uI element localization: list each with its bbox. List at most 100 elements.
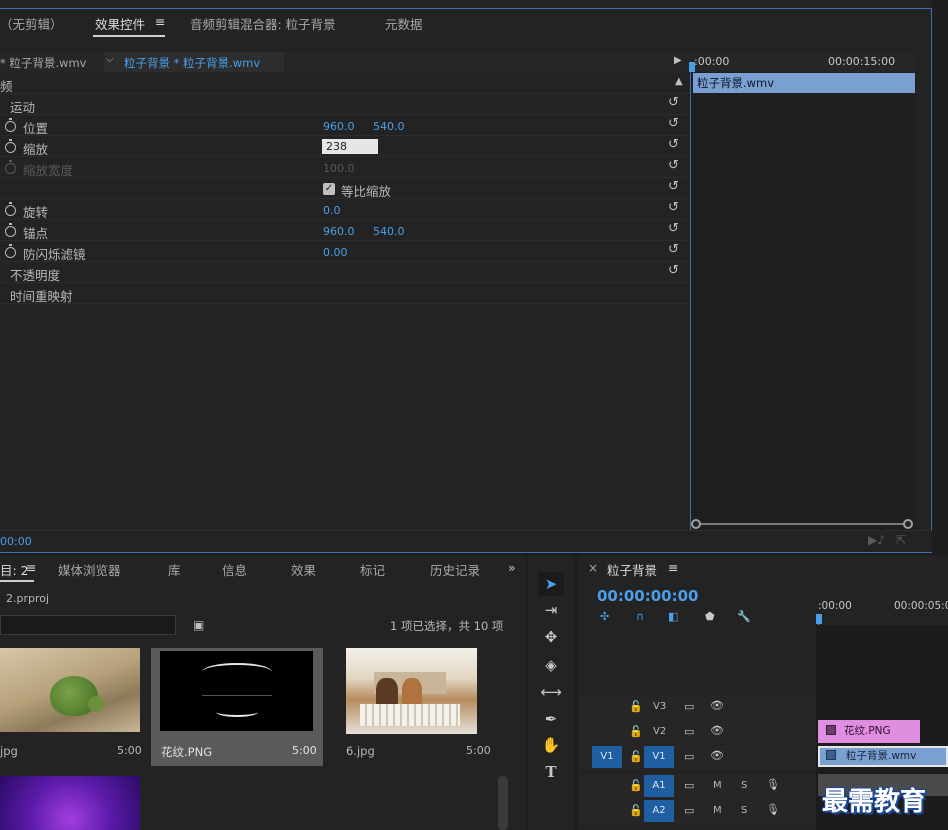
stopwatch-icon[interactable] xyxy=(5,118,16,132)
ec-zoom-scrollbar[interactable] xyxy=(697,523,909,525)
ec-clip-bar[interactable]: 粒子背景.wmv xyxy=(693,73,915,93)
stopwatch-icon[interactable] xyxy=(5,202,16,216)
lock-icon[interactable]: 🔓 xyxy=(629,804,643,817)
mute-button[interactable]: M xyxy=(713,805,722,816)
zoom-right-handle[interactable] xyxy=(903,519,913,529)
uniform-scale-checkbox[interactable]: ✓ xyxy=(323,183,335,195)
anchor-y-value[interactable]: 540.0 xyxy=(373,225,405,238)
microphone-icon[interactable]: 🎙 xyxy=(766,778,780,791)
tab-project[interactable]: 目: 2 xyxy=(0,560,29,579)
eye-icon[interactable]: 👁 xyxy=(710,699,724,712)
project-menu-icon[interactable]: ≡ xyxy=(26,560,36,575)
overflow-icon[interactable]: » xyxy=(508,560,516,575)
selection-tool-icon[interactable]: ➤ xyxy=(540,574,562,594)
thumbnail-particles[interactable] xyxy=(0,776,140,830)
timeline-title[interactable]: 粒子背景 xyxy=(607,560,657,579)
tab-effects[interactable]: 效果 xyxy=(291,560,316,579)
mute-button[interactable]: M xyxy=(713,780,722,791)
stopwatch-icon[interactable] xyxy=(5,244,16,258)
wrench-icon[interactable]: 🔧 xyxy=(737,610,751,623)
tab-history[interactable]: 历史记录 xyxy=(430,560,480,579)
hand-tool-icon[interactable]: ✋ xyxy=(540,735,562,755)
scale-input[interactable]: 238 xyxy=(322,139,378,154)
tab-no-clip[interactable]: （无剪辑） xyxy=(0,14,63,33)
clip-particle-bg[interactable]: 粒子背景.wmv xyxy=(818,746,948,767)
slip-tool-icon[interactable]: ⟷ xyxy=(540,682,562,702)
linked-selection-icon[interactable]: ◧ xyxy=(668,610,678,623)
reset-icon[interactable]: ↺ xyxy=(668,158,679,173)
anti-flicker-value[interactable]: 0.00 xyxy=(323,246,348,259)
type-tool-icon[interactable]: T xyxy=(540,762,562,782)
lock-icon[interactable]: 🔓 xyxy=(629,725,643,738)
track-select-tool-icon[interactable]: ⇥ xyxy=(540,600,562,620)
reset-icon[interactable]: ↺ xyxy=(668,263,679,278)
position-x-value[interactable]: 960.0 xyxy=(323,120,355,133)
sequence-clip-label[interactable]: 粒子背景 * 粒子背景.wmv xyxy=(124,55,260,71)
reset-icon[interactable]: ↺ xyxy=(668,95,679,110)
lock-icon[interactable]: 🔓 xyxy=(629,750,643,763)
export-icon[interactable]: ⇱ xyxy=(896,533,906,547)
track-target-v1[interactable]: V1 xyxy=(644,746,674,768)
lock-icon[interactable]: 🔓 xyxy=(629,700,643,713)
add-marker-icon[interactable]: ⬟ xyxy=(705,610,715,623)
thumbnail-couple[interactable] xyxy=(346,648,477,734)
close-icon[interactable]: × xyxy=(588,561,598,575)
reset-icon[interactable]: ↺ xyxy=(668,116,679,131)
razor-tool-icon[interactable]: ◈ xyxy=(540,655,562,675)
sync-lock-icon[interactable]: ▭ xyxy=(684,725,694,738)
pen-tool-icon[interactable]: ✒ xyxy=(540,709,562,729)
source-clip-label[interactable]: * 粒子背景.wmv xyxy=(0,55,86,71)
reset-icon[interactable]: ↺ xyxy=(668,221,679,236)
stopwatch-icon[interactable] xyxy=(5,223,16,237)
eye-icon[interactable]: 👁 xyxy=(710,749,724,762)
nest-icon[interactable]: ✣ xyxy=(600,610,609,623)
play-audio-icon[interactable]: ▶♪ xyxy=(868,533,885,547)
tab-markers[interactable]: 标记 xyxy=(360,560,385,579)
playhead-marker[interactable] xyxy=(816,614,822,624)
zoom-left-handle[interactable] xyxy=(691,519,701,529)
position-y-value[interactable]: 540.0 xyxy=(373,120,405,133)
snap-magnet-icon[interactable]: ∩ xyxy=(636,610,644,623)
time-remap-row[interactable]: 时间重映射 xyxy=(0,283,690,304)
rotation-value[interactable]: 0.0 xyxy=(323,204,341,217)
solo-button[interactable]: S xyxy=(741,805,747,816)
scroll-up-icon[interactable]: ▲ xyxy=(675,76,683,87)
timeline-menu-icon[interactable]: ≡ xyxy=(668,560,678,575)
tab-media-browser[interactable]: 媒体浏览器 xyxy=(58,560,121,579)
eye-icon[interactable]: 👁 xyxy=(710,724,724,737)
microphone-icon[interactable]: 🎙 xyxy=(766,803,780,816)
play-arrow-icon[interactable]: ▶ xyxy=(674,55,682,66)
project-scrollbar[interactable] xyxy=(498,776,508,830)
sync-lock-icon[interactable]: ▭ xyxy=(684,700,694,713)
stopwatch-icon[interactable] xyxy=(5,139,16,153)
track-target-a1[interactable]: A1 xyxy=(644,775,674,797)
ec-current-time[interactable]: 00:00 xyxy=(0,535,32,548)
source-target-v1[interactable]: V1 xyxy=(592,746,622,768)
solo-button[interactable]: S xyxy=(741,780,747,791)
track-target-a2[interactable]: A2 xyxy=(644,800,674,822)
sync-lock-icon[interactable]: ▭ xyxy=(684,779,694,792)
opacity-row[interactable]: 不透明度 ↺ xyxy=(0,262,690,283)
reset-icon[interactable]: ↺ xyxy=(668,242,679,257)
timeline-timecode[interactable]: 00:00:00:00 xyxy=(597,587,699,605)
sync-lock-icon[interactable]: ▭ xyxy=(684,804,694,817)
anchor-x-value[interactable]: 960.0 xyxy=(323,225,355,238)
project-search-input[interactable] xyxy=(0,615,176,635)
thumbnail-beach[interactable] xyxy=(0,648,140,732)
new-bin-icon[interactable]: ▣ xyxy=(193,618,204,632)
ripple-edit-tool-icon[interactable]: ✥ xyxy=(540,627,562,647)
lock-icon[interactable]: 🔓 xyxy=(629,779,643,792)
tab-audio-clip-mixer[interactable]: 音频剪辑混合器: 粒子背景 xyxy=(190,14,336,33)
sync-lock-icon[interactable]: ▭ xyxy=(684,750,694,763)
tab-effect-controls[interactable]: 效果控件 xyxy=(95,14,145,33)
thumbnail-pattern[interactable] xyxy=(160,651,313,731)
tab-metadata[interactable]: 元数据 xyxy=(385,14,423,33)
motion-row[interactable]: 运动 ↺ xyxy=(0,94,690,115)
reset-icon[interactable]: ↺ xyxy=(668,179,679,194)
tab-libraries[interactable]: 库 xyxy=(168,560,181,579)
reset-icon[interactable]: ↺ xyxy=(668,137,679,152)
tab-menu-icon[interactable]: ≡ xyxy=(155,14,165,29)
chevron-down-icon[interactable]: ⌵ xyxy=(106,54,114,65)
tab-info[interactable]: 信息 xyxy=(222,560,247,579)
reset-icon[interactable]: ↺ xyxy=(668,200,679,215)
